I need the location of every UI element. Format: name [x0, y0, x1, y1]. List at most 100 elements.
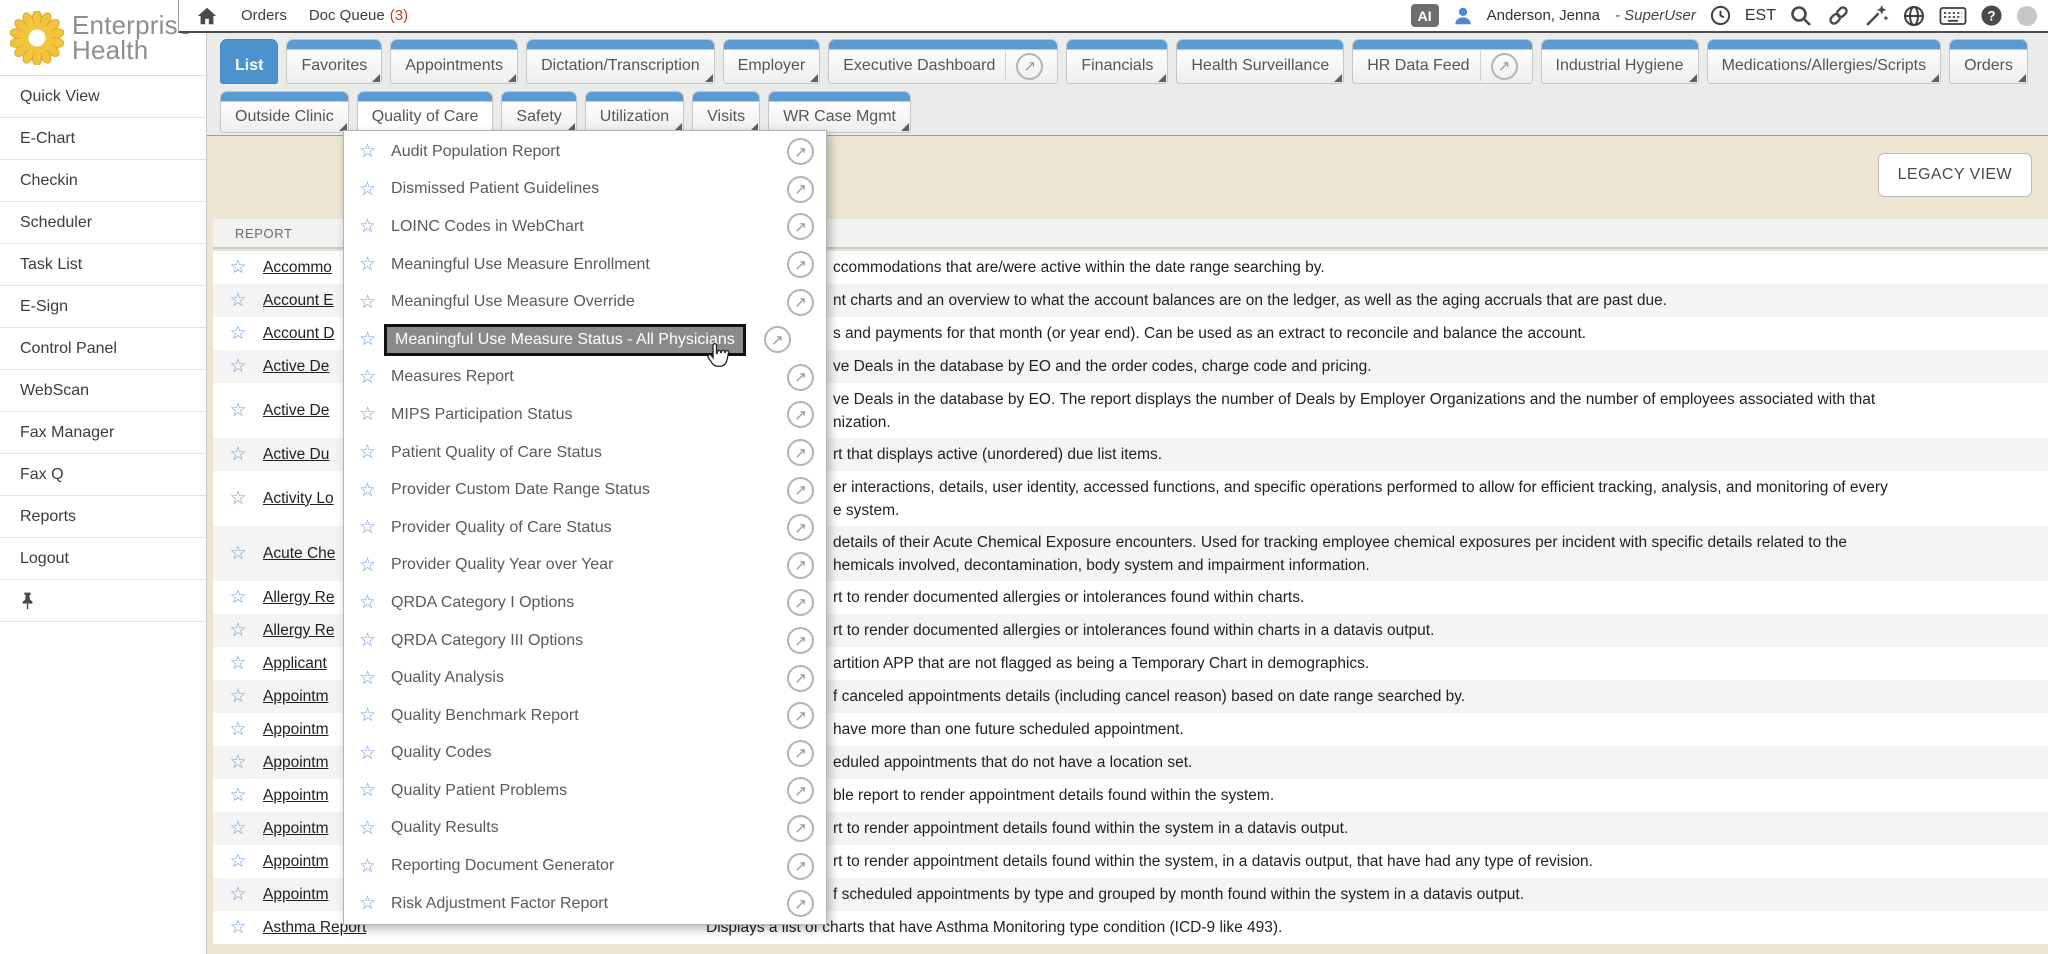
wand-icon[interactable] [1864, 3, 1889, 28]
favorite-star-icon[interactable]: ☆ [213, 619, 263, 642]
open-in-new-icon[interactable]: ↗ [787, 514, 814, 541]
favorite-star-icon[interactable]: ☆ [359, 366, 376, 389]
report-link-allergy-re[interactable]: Allergy Re [263, 622, 335, 639]
sidebar-item-fax-q[interactable]: Fax Q [0, 454, 206, 496]
favorite-star-icon[interactable]: ☆ [213, 685, 263, 708]
ai-badge[interactable]: AI [1411, 4, 1439, 27]
sidebar-pin-button[interactable] [0, 580, 206, 622]
report-link-account-e[interactable]: Account E [263, 292, 334, 309]
sidebar-item-control-panel[interactable]: Control Panel [0, 328, 206, 370]
report-link-active-de[interactable]: Active De [263, 358, 329, 375]
menu-item-meaningful-use-measure-override[interactable]: ☆Meaningful Use Measure Override↗ [344, 283, 826, 321]
menu-item-qrda-category-i-options[interactable]: ☆QRDA Category I Options↗ [344, 584, 826, 622]
sidebar-item-logout[interactable]: Logout [0, 538, 206, 580]
tab-outside-clinic[interactable]: Outside Clinic [220, 91, 349, 133]
favorite-star-icon[interactable]: ☆ [213, 355, 263, 378]
tab-favorites[interactable]: Favorites [286, 39, 382, 84]
favorite-star-icon[interactable]: ☆ [213, 784, 263, 807]
report-link-appointm[interactable]: Appointm [263, 721, 328, 738]
open-in-new-icon[interactable]: ↗ [787, 853, 814, 880]
tab-list[interactable]: List [220, 39, 278, 84]
nav-orders[interactable]: Orders [241, 7, 287, 24]
user-name[interactable]: Anderson, Jenna [1487, 7, 1600, 24]
report-link-appointm[interactable]: Appointm [263, 886, 328, 903]
home-icon[interactable] [195, 5, 219, 27]
favorite-star-icon[interactable]: ☆ [213, 256, 263, 279]
open-in-new-icon[interactable]: ↗ [787, 439, 814, 466]
favorite-star-icon[interactable]: ☆ [359, 479, 376, 502]
favorite-star-icon[interactable]: ☆ [359, 855, 376, 878]
report-link-appointm[interactable]: Appointm [263, 787, 328, 804]
favorite-star-icon[interactable]: ☆ [359, 516, 376, 539]
tab-utilization[interactable]: Utilization [585, 91, 684, 133]
favorite-star-icon[interactable]: ☆ [213, 542, 263, 565]
tab-visits[interactable]: Visits [692, 91, 760, 133]
favorite-star-icon[interactable]: ☆ [359, 328, 376, 351]
open-in-new-icon[interactable]: ↗ [787, 702, 814, 729]
keyboard-icon[interactable] [1939, 5, 1967, 27]
open-in-new-icon[interactable]: ↗ [787, 213, 814, 240]
favorite-star-icon[interactable]: ☆ [213, 487, 263, 510]
menu-item-quality-codes[interactable]: ☆Quality Codes↗ [344, 735, 826, 773]
open-in-new-icon[interactable]: ↗ [787, 138, 814, 165]
external-link-icon[interactable]: ↗ [1016, 53, 1043, 80]
open-in-new-icon[interactable]: ↗ [787, 364, 814, 391]
sidebar-item-scheduler[interactable]: Scheduler [0, 202, 206, 244]
menu-item-quality-analysis[interactable]: ☆Quality Analysis↗ [344, 659, 826, 697]
tab-health-surveillance[interactable]: Health Surveillance [1176, 39, 1344, 84]
report-link-appointm[interactable]: Appointm [263, 688, 328, 705]
favorite-star-icon[interactable]: ☆ [359, 441, 376, 464]
favorite-star-icon[interactable]: ☆ [359, 178, 376, 201]
favorite-star-icon[interactable]: ☆ [359, 591, 376, 614]
favorite-star-icon[interactable]: ☆ [359, 253, 376, 276]
favorite-star-icon[interactable]: ☆ [213, 652, 263, 675]
tab-orders[interactable]: Orders [1949, 39, 2028, 84]
tab-financials[interactable]: Financials [1066, 39, 1168, 84]
menu-item-meaningful-use-measure-status-all-physicians[interactable]: ☆Meaningful Use Measure Status - All Phy… [344, 321, 826, 359]
sidebar-item-webscan[interactable]: WebScan [0, 370, 206, 412]
favorite-star-icon[interactable]: ☆ [359, 140, 376, 163]
tab-hr-data-feed[interactable]: HR Data Feed↗ [1352, 39, 1532, 84]
sidebar-item-e-sign[interactable]: E-Sign [0, 286, 206, 328]
tab-appointments[interactable]: Appointments [390, 39, 518, 84]
report-link-acute-che[interactable]: Acute Che [263, 545, 335, 562]
open-in-new-icon[interactable]: ↗ [764, 326, 791, 353]
sidebar-item-fax-manager[interactable]: Fax Manager [0, 412, 206, 454]
favorite-star-icon[interactable]: ☆ [359, 554, 376, 577]
tab-executive-dashboard[interactable]: Executive Dashboard↗ [828, 39, 1058, 84]
report-link-appointm[interactable]: Appointm [263, 853, 328, 870]
sidebar-item-quick-view[interactable]: Quick View [0, 76, 206, 118]
favorite-star-icon[interactable]: ☆ [213, 751, 263, 774]
report-link-accommo[interactable]: Accommo [263, 259, 332, 276]
report-link-active-du[interactable]: Active Du [263, 446, 329, 463]
help-icon[interactable]: ? [1980, 4, 2003, 27]
menu-item-quality-results[interactable]: ☆Quality Results↗ [344, 810, 826, 848]
open-in-new-icon[interactable]: ↗ [787, 777, 814, 804]
open-in-new-icon[interactable]: ↗ [787, 665, 814, 692]
favorite-star-icon[interactable]: ☆ [359, 215, 376, 238]
favorite-star-icon[interactable]: ☆ [359, 704, 376, 727]
favorite-star-icon[interactable]: ☆ [213, 443, 263, 466]
menu-item-measures-report[interactable]: ☆Measures Report↗ [344, 359, 826, 397]
tab-dictation-transcription[interactable]: Dictation/Transcription [526, 39, 715, 84]
favorite-star-icon[interactable]: ☆ [213, 817, 263, 840]
favorite-star-icon[interactable]: ☆ [213, 289, 263, 312]
favorite-star-icon[interactable]: ☆ [213, 718, 263, 741]
sidebar-item-checkin[interactable]: Checkin [0, 160, 206, 202]
clock-icon[interactable] [1709, 4, 1732, 27]
favorite-star-icon[interactable]: ☆ [359, 667, 376, 690]
menu-item-patient-quality-of-care-status[interactable]: ☆Patient Quality of Care Status↗ [344, 434, 826, 472]
favorite-star-icon[interactable]: ☆ [359, 629, 376, 652]
tab-wr-case-mgmt[interactable]: WR Case Mgmt [768, 91, 911, 133]
report-link-active-de[interactable]: Active De [263, 402, 329, 419]
open-in-new-icon[interactable]: ↗ [787, 477, 814, 504]
nav-doc-queue[interactable]: Doc Queue(3) [309, 7, 408, 24]
favorite-star-icon[interactable]: ☆ [359, 291, 376, 314]
favorite-star-icon[interactable]: ☆ [213, 883, 263, 906]
menu-item-dismissed-patient-guidelines[interactable]: ☆Dismissed Patient Guidelines↗ [344, 171, 826, 209]
tab-medications-allergies-scripts[interactable]: Medications/Allergies/Scripts [1707, 39, 1942, 84]
favorite-star-icon[interactable]: ☆ [213, 916, 263, 939]
tab-employer[interactable]: Employer [723, 39, 821, 84]
menu-item-loinc-codes-in-webchart[interactable]: ☆LOINC Codes in WebChart↗ [344, 208, 826, 246]
open-in-new-icon[interactable]: ↗ [787, 176, 814, 203]
